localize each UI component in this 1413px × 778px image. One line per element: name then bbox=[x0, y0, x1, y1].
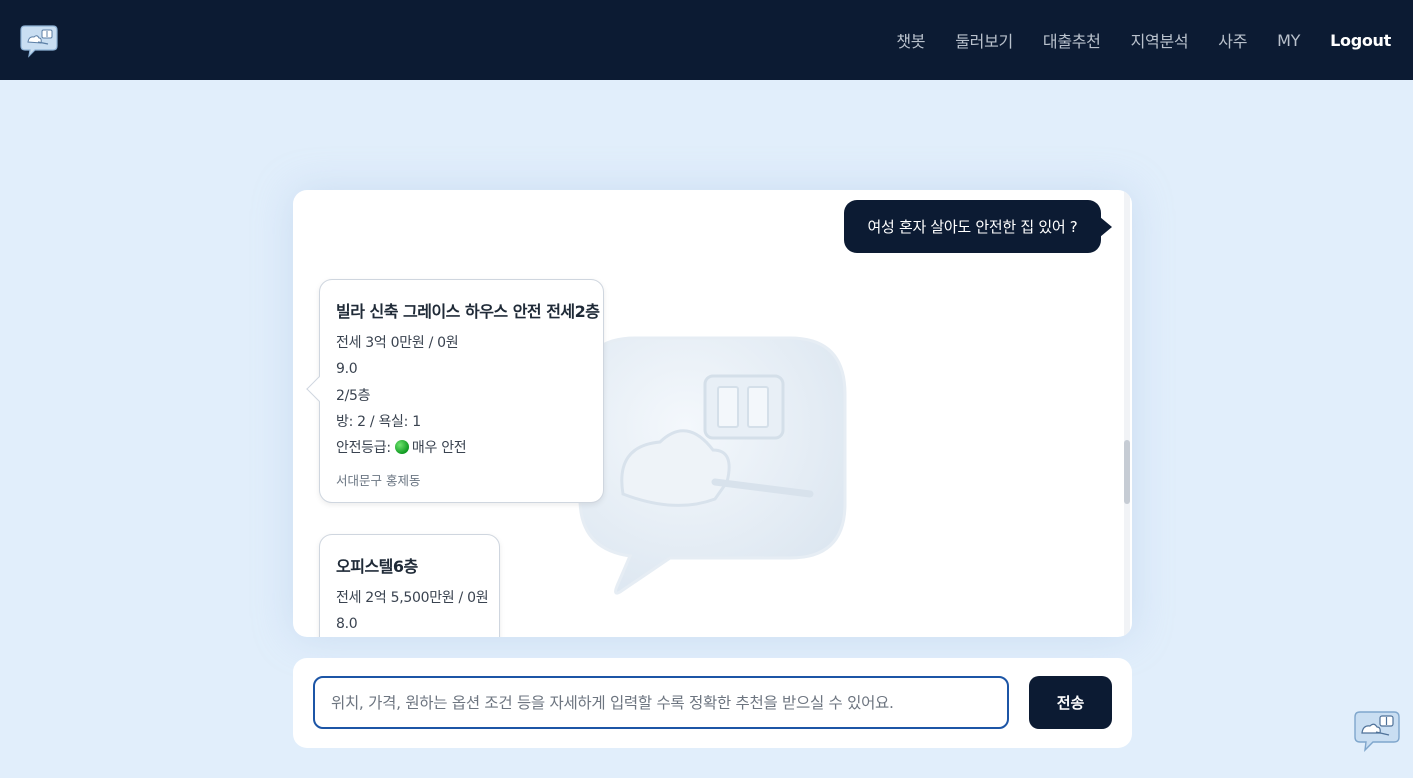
nav-link-chatbot[interactable]: 챗봇 bbox=[896, 28, 925, 52]
floating-chat-bot-icon[interactable] bbox=[1353, 710, 1401, 752]
listing-price: 전세 3억 0만원 / 0원 bbox=[336, 335, 459, 351]
nav-link-loan[interactable]: 대출추천 bbox=[1043, 28, 1101, 52]
listing-location: 서대문구 홍제동 bbox=[336, 473, 421, 489]
nav-link-saju[interactable]: 사주 bbox=[1218, 28, 1247, 52]
listing-title: 빌라 신축 그레이스 하우스 안전 전세2층 bbox=[336, 302, 600, 321]
navbar: 챗봇 둘러보기 대출추천 지역분석 사주 MY Logout bbox=[0, 0, 1413, 80]
chat-bot-watermark-icon bbox=[578, 336, 847, 595]
input-panel: 전송 bbox=[293, 658, 1132, 748]
listing-card[interactable]: 빌라 신축 그레이스 하우스 안전 전세2층 전세 3억 0만원 / 0원 9.… bbox=[306, 279, 604, 503]
listing-floor: 2/5층 bbox=[336, 387, 371, 404]
listing-price: 전세 2억 5,500만원 / 0원 bbox=[336, 590, 489, 606]
chat-scrollbar[interactable] bbox=[1124, 190, 1130, 637]
listing-score: 9.0 bbox=[336, 361, 358, 378]
logout-link[interactable]: Logout bbox=[1330, 31, 1391, 50]
chat-panel: 여성 혼자 살아도 안전한 집 있어 ? 빌라 신축 그레이스 하우스 안전 전… bbox=[293, 190, 1132, 637]
scrollbar-thumb[interactable] bbox=[1124, 440, 1130, 504]
user-message-text: 여성 혼자 살아도 안전한 집 있어 ? bbox=[867, 218, 1078, 236]
nav-link-my[interactable]: MY bbox=[1277, 31, 1300, 50]
nav-link-region[interactable]: 지역분석 bbox=[1131, 28, 1189, 52]
safety-value: 매우 안전 bbox=[411, 440, 467, 457]
user-message-bubble: 여성 혼자 살아도 안전한 집 있어 ? bbox=[844, 200, 1112, 253]
nav-links: 챗봇 둘러보기 대출추천 지역분석 사주 MY Logout bbox=[866, 0, 1391, 80]
chat-input[interactable] bbox=[313, 676, 1009, 729]
chat-bot-logo-icon[interactable] bbox=[20, 24, 58, 58]
listing-rooms: 방: 2 / 욕실: 1 bbox=[336, 413, 421, 430]
card-tail bbox=[306, 376, 332, 402]
green-circle-icon bbox=[394, 440, 409, 455]
listing-title: 오피스텔6층 bbox=[336, 557, 418, 576]
nav-link-browse[interactable]: 둘러보기 bbox=[955, 28, 1013, 52]
listing-card[interactable]: 오피스텔6층 전세 2억 5,500만원 / 0원 8.0 bbox=[319, 534, 500, 637]
safety-label: 안전등급: bbox=[336, 440, 391, 457]
listing-score: 8.0 bbox=[336, 616, 358, 633]
listing-safety: 안전등급: 매우 안전 bbox=[336, 439, 587, 465]
bubble-tail bbox=[1100, 217, 1112, 237]
send-button[interactable]: 전송 bbox=[1029, 676, 1112, 729]
